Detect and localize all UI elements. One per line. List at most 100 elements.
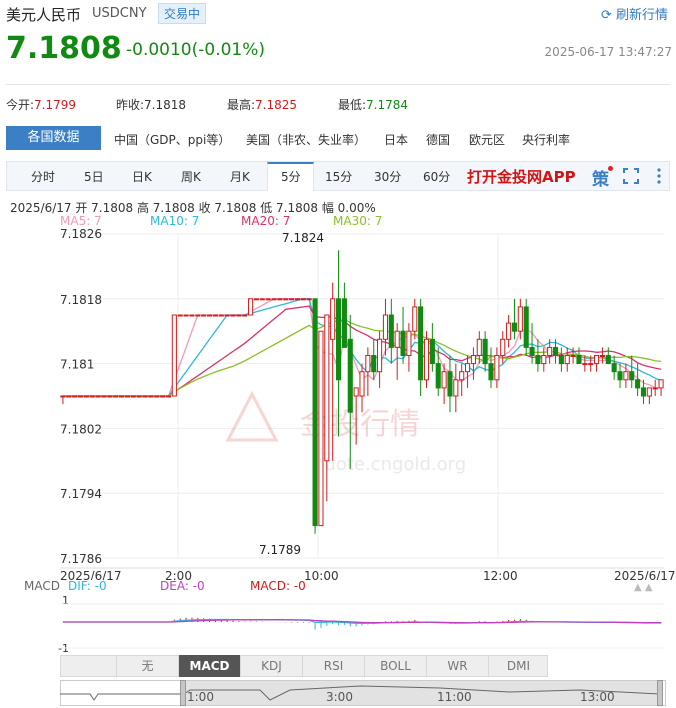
open-app-link[interactable]: 打开金投网APP [467, 166, 576, 187]
y-tick-label: 7.1826 [60, 228, 102, 241]
indicator-wr[interactable]: WR [426, 655, 488, 677]
candle [277, 298, 283, 301]
tab-5min[interactable]: 5分 [281, 168, 301, 185]
tab-weekly[interactable]: 周K [181, 168, 201, 185]
candle [423, 331, 430, 388]
stat-open-label: 今开: [6, 98, 35, 112]
tab-daily[interactable]: 日K [132, 168, 152, 185]
nav-eurozone[interactable]: 欧元区 [469, 131, 505, 148]
candle [300, 298, 306, 301]
stat-open: 今开:7.1799 [6, 96, 76, 113]
candle [605, 347, 611, 365]
watermark-text: 金投行情 [300, 407, 420, 442]
fullscreen-icon[interactable] [622, 167, 640, 185]
candle [107, 395, 113, 398]
candle [312, 298, 318, 534]
candle [60, 395, 66, 405]
nav-china[interactable]: 中国（GDP、ppi等） [114, 131, 230, 148]
candle [236, 314, 242, 317]
candle [154, 395, 160, 398]
tab-15min[interactable]: 15分 [325, 168, 352, 185]
tab-30min[interactable]: 30分 [374, 168, 401, 185]
candle [511, 298, 518, 340]
macd-chart[interactable]: MACD DIF: -0 DEA: -0 MACD: -0 1 -1 ▲ ▲ [0, 578, 676, 654]
candle [224, 314, 230, 317]
tab-60min[interactable]: 60分 [423, 168, 450, 185]
candle [189, 314, 195, 317]
nav-japan[interactable]: 日本 [384, 131, 408, 148]
candle [294, 298, 301, 301]
candle [119, 395, 125, 398]
ma10-label: MA10: 7 [150, 214, 200, 228]
max-price-annotation: 7.1824 [282, 231, 324, 245]
stat-high-value: 7.1825 [255, 98, 298, 112]
macd-lines [62, 618, 662, 624]
navigator-label-3: 11:00 [437, 690, 472, 704]
candle [377, 331, 383, 388]
candle [183, 314, 189, 317]
indicator-boll[interactable]: BOLL [364, 655, 426, 677]
tab-monthly[interactable]: 月K [230, 168, 250, 185]
candle [171, 314, 177, 397]
candle [148, 395, 154, 398]
instrument-name: 美元人民币 [6, 6, 82, 24]
candle [564, 347, 570, 372]
country-data-tab[interactable]: 各国数据 [6, 126, 101, 150]
candle [406, 323, 412, 372]
stat-open-value: 7.1799 [34, 98, 77, 112]
macd-tick-top: 1 [62, 594, 69, 607]
navigator-handle-right[interactable] [657, 680, 663, 706]
navigator-handle-left[interactable] [180, 680, 186, 706]
candle [541, 347, 547, 372]
refresh-icon: ⟳ [600, 8, 612, 23]
y-tick-label: 7.1794 [60, 487, 102, 501]
dea-line [62, 619, 662, 624]
refresh-button[interactable]: ⟳ 刷新行情 [601, 4, 668, 23]
candle [388, 298, 394, 364]
tab-5day[interactable]: 5日 [84, 168, 104, 185]
candle [435, 347, 441, 396]
candle [576, 347, 582, 365]
indicator-macd[interactable]: MACD [178, 655, 240, 677]
ma20-label: MA20: 7 [241, 214, 291, 228]
candle [253, 298, 259, 301]
candle [95, 395, 101, 398]
candle [599, 347, 605, 364]
navigator-sparkline [60, 685, 661, 701]
candle [101, 395, 107, 398]
notification-dot [608, 166, 613, 171]
candle [646, 387, 652, 405]
candle [394, 323, 400, 380]
indicator-dmi[interactable]: DMI [488, 655, 548, 677]
candle [265, 298, 271, 301]
strategy-button[interactable]: 策 [592, 165, 609, 190]
tab-intraday[interactable]: 分时 [31, 168, 55, 185]
indicator-kdj[interactable]: KDJ [240, 655, 302, 677]
candle [594, 355, 600, 372]
stat-low: 最低:7.1784 [338, 96, 408, 113]
candle [465, 355, 471, 388]
candlestick-chart[interactable]: 金投行情 quote.cngold.org 7.1826 7.1818 7.181 7… [0, 228, 676, 580]
stat-prev-close-value: 7.1818 [144, 98, 187, 112]
current-price: 7.1808 [6, 31, 122, 66]
candle [289, 298, 295, 301]
header-divider [6, 84, 670, 85]
candle [400, 306, 406, 364]
quote-timestamp: 2025-06-17 13:47:27 [544, 45, 672, 59]
candle [206, 314, 213, 317]
indicator-rsi[interactable]: RSI [302, 655, 364, 677]
y-tick-label: 7.1786 [60, 552, 102, 566]
nav-germany[interactable]: 德国 [426, 131, 450, 148]
trading-status-badge: 交易中 [158, 3, 207, 24]
candle [341, 282, 347, 348]
nav-central-bank-rates[interactable]: 央行利率 [522, 131, 570, 148]
candle [195, 314, 201, 317]
watermark: 金投行情 quote.cngold.org [225, 390, 466, 475]
indicator-none[interactable]: 无 [116, 655, 178, 677]
more-options-icon[interactable] [654, 167, 664, 185]
nav-usa[interactable]: 美国（非农、失业率） [246, 131, 366, 148]
dif-label: DIF: -0 [68, 579, 107, 593]
stat-high: 最高:7.1825 [227, 96, 297, 113]
candle [658, 379, 664, 396]
candle [318, 330, 324, 527]
